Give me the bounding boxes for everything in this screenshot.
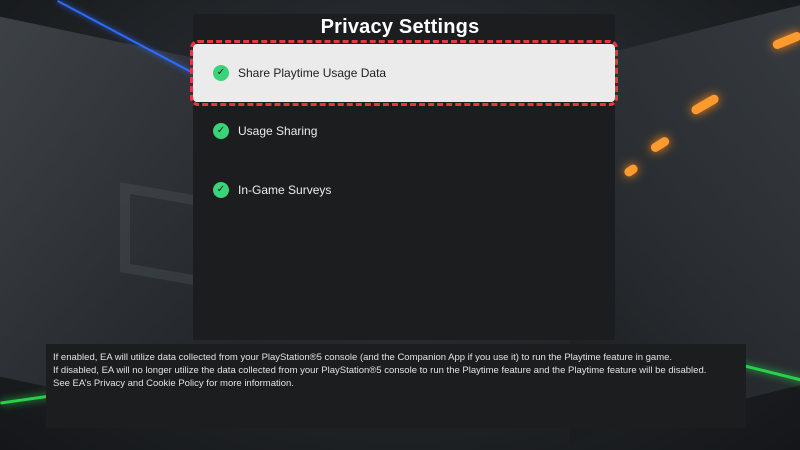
description-box: If enabled, EA will utilize data collect… <box>46 344 746 428</box>
settings-panel: ✓ Share Playtime Usage Data ✓ Usage Shar… <box>190 14 618 340</box>
option-label: Share Playtime Usage Data <box>238 66 387 80</box>
page-title: Privacy Settings <box>320 16 480 38</box>
option-label: Usage Sharing <box>238 124 318 138</box>
description-line: See EA’s Privacy and Cookie Policy for m… <box>53 378 294 389</box>
option-usage-sharing[interactable]: ✓ Usage Sharing <box>193 102 615 160</box>
description-line: If disabled, EA will no longer utilize t… <box>53 365 707 376</box>
checkmark-circle-icon: ✓ <box>213 65 229 81</box>
checkmark-circle-icon: ✓ <box>213 182 229 198</box>
description-line: If enabled, EA will utilize data collect… <box>53 352 673 363</box>
checkmark-circle-icon: ✓ <box>213 123 229 139</box>
option-share-playtime-usage-data[interactable]: ✓ Share Playtime Usage Data <box>190 40 618 106</box>
option-in-game-surveys[interactable]: ✓ In-Game Surveys <box>193 161 615 219</box>
option-label: In-Game Surveys <box>238 183 332 197</box>
